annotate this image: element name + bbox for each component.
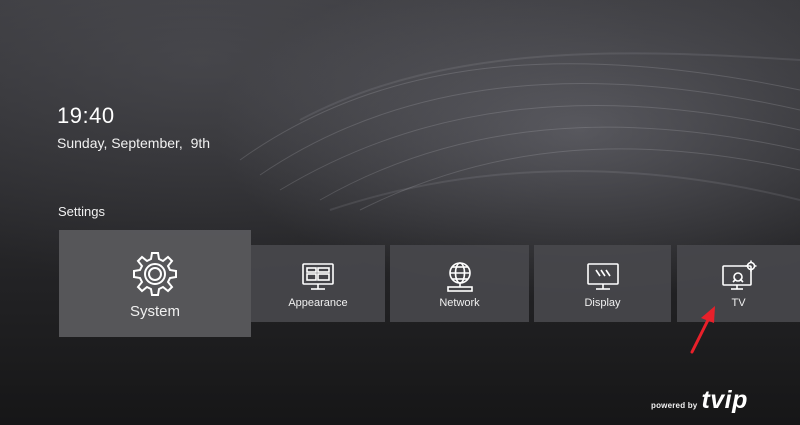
annotation-arrow [690, 306, 715, 354]
brand-footer: powered by tvip [651, 386, 748, 416]
powered-by-text: powered by [651, 401, 698, 410]
tvip-logo: tvip [701, 386, 748, 414]
